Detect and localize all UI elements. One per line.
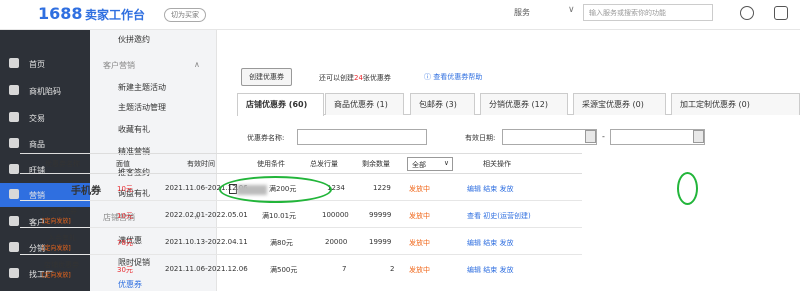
start-date-input[interactable]	[502, 129, 597, 145]
date-separator: -	[602, 132, 605, 141]
tab-custom-coupon[interactable]: 加工定制优惠券 (0)	[671, 93, 800, 115]
chevron-up-icon[interactable]: ∧	[194, 60, 200, 69]
tab-distribution-coupon[interactable]: 分销优惠券 (12)	[480, 93, 568, 115]
coupon-actions[interactable]: 编辑 结束 发放	[467, 238, 513, 248]
coupon-name-input[interactable]	[297, 129, 427, 145]
shop-icon	[9, 164, 19, 174]
coupon-tag: [定向发放]	[42, 272, 71, 279]
table-row: 厂长在线券 [定向发放] 10元 2022.02.01-2022.05.01 满…	[20, 202, 582, 228]
coupon-status: 发放中	[409, 266, 430, 274]
end-date-input[interactable]	[610, 129, 705, 145]
col-total: 总发行量	[310, 160, 338, 168]
coupon-period: 2021.10.13-2022.04.11	[165, 238, 248, 246]
coupon-status: 发放中	[409, 212, 430, 220]
coupon-value: 78元	[117, 239, 133, 247]
highlight-circle-name	[219, 176, 332, 203]
coupon-tag: [定向发放]	[42, 245, 71, 252]
coupon-name: 店铺优惠券	[44, 261, 79, 269]
user-icon	[9, 216, 19, 226]
coupon-tag: [定向发放]	[42, 218, 71, 225]
goods-icon	[9, 138, 19, 148]
coupon-actions[interactable]: 编辑 结束 发放	[467, 184, 513, 194]
chevron-down-icon[interactable]: ∨	[568, 5, 575, 15]
coupon-total: 7	[342, 265, 347, 273]
coupon-name: 入会有礼	[48, 234, 76, 242]
top-bar: 1688 卖家工作台 切为买家 服务 ∨ 输入服务或搜索你的功能	[0, 0, 800, 30]
coupon-value: 30元	[117, 266, 133, 274]
chevron-down-icon: ∨	[443, 159, 449, 167]
coupon-value: 10元	[117, 212, 133, 220]
col-period: 有效时间	[187, 160, 215, 168]
logo-text: 卖家工作台	[85, 8, 146, 22]
coupon-condition: 满500元	[270, 266, 298, 274]
highlight-circle-end	[677, 172, 698, 205]
coupon-tabs: 店铺优惠券 (60) 商品优惠券 (1) 包邮券 (3) 分销优惠券 (12) …	[237, 93, 800, 116]
coupon-period: 2021.11.06-2021.12.06	[165, 265, 248, 273]
sidebar-item-label: 首页	[29, 60, 45, 69]
sidebar-item-label: 商机陷码	[29, 87, 61, 96]
service-dropdown-label[interactable]: 服务	[514, 7, 530, 18]
trade-icon	[9, 112, 19, 122]
coupon-remaining: 2	[390, 265, 395, 273]
col-value: 面值	[116, 160, 130, 168]
submenu-item[interactable]: 伙拼邀约	[118, 34, 150, 45]
sidebar-item-label: 交易	[29, 114, 45, 123]
coupon-remaining: 19999	[369, 238, 392, 246]
share-icon	[9, 242, 19, 252]
coupon-total: 100000	[322, 211, 349, 219]
date-label: 有效日期:	[465, 134, 496, 142]
logo-number: 1688	[38, 4, 83, 23]
table-header: 优惠券名称 面值 有效时间 使用条件 总发行量 剩余数量 全部 ∨ 相关操作	[20, 153, 582, 174]
tag-icon	[9, 189, 19, 199]
coupon-actions[interactable]: 编辑 结束 发放	[467, 265, 513, 275]
coupon-status: 发放中	[409, 239, 430, 247]
sidebar-item-home[interactable]: 首页	[0, 52, 90, 76]
home-icon	[9, 58, 19, 68]
sidebar-item-trade[interactable]: 交易	[0, 106, 90, 130]
tab-free-shipping-coupon[interactable]: 包邮券 (3)	[410, 93, 475, 115]
tab-shop-coupon[interactable]: 店铺优惠券 (60)	[237, 93, 324, 116]
sidebar-item-label: 商品	[29, 140, 45, 149]
table-row: 入会有礼 [定向发放] 78元 2021.10.13-2022.04.11 满8…	[20, 229, 582, 255]
coupon-remaining: 1229	[373, 184, 391, 192]
col-remaining: 剩余数量	[362, 160, 390, 168]
crown-icon	[9, 85, 19, 95]
coupon-name: 手机券	[71, 186, 101, 197]
status-select[interactable]: 全部 ∨	[407, 157, 453, 171]
coupon-total: 20000	[325, 238, 348, 246]
sidebar-item-opportunity[interactable]: 商机陷码	[0, 79, 90, 103]
submenu-group-title[interactable]: 客户营销	[103, 60, 135, 71]
table-row: 店铺优惠券 [定向发放] 30元 2021.11.06-2021.12.06 满…	[20, 256, 582, 282]
coupon-status: 发放中	[409, 185, 430, 193]
submenu-item[interactable]: 收藏有礼	[118, 124, 150, 135]
search-input[interactable]: 输入服务或搜索你的功能	[583, 4, 713, 21]
coupon-name: 厂长在线券	[42, 207, 77, 215]
location-icon[interactable]	[740, 6, 754, 20]
coupon-period: 2022.02.01-2022.05.01	[165, 211, 248, 219]
tab-goods-coupon[interactable]: 商品优惠券 (1)	[325, 93, 404, 115]
col-condition: 使用条件	[257, 160, 285, 168]
create-quota-text: 还可以创建24张优惠券	[319, 74, 391, 82]
coupon-remaining: 99999	[369, 211, 392, 219]
col-actions: 相关操作	[483, 160, 511, 168]
submenu-item[interactable]: 新建主题活动	[118, 82, 166, 93]
coupon-value: 10元	[117, 185, 133, 193]
submenu-item[interactable]: 主题活动管理	[118, 102, 166, 113]
coupon-actions[interactable]: 查看 初史(运营创建)	[467, 211, 531, 221]
factory-icon	[9, 268, 19, 278]
calendar-icon[interactable]	[693, 130, 704, 143]
switch-to-buyer-button[interactable]: 切为买家	[164, 8, 206, 22]
coupon-name-label: 优惠券名称:	[247, 134, 285, 142]
gear-icon[interactable]	[774, 6, 788, 20]
coupon-condition: 满80元	[270, 239, 293, 247]
create-coupon-button[interactable]: 创建优惠券	[241, 68, 292, 86]
col-name: 优惠券名称	[45, 160, 80, 168]
calendar-icon[interactable]	[585, 130, 596, 143]
help-icon: ⓘ	[424, 73, 431, 81]
coupon-help-link[interactable]: ⓘ 查看优惠券帮助	[424, 72, 482, 82]
tab-caiyuanbao-coupon[interactable]: 采源宝优惠券 (0)	[573, 93, 666, 115]
coupon-condition: 满10.01元	[262, 212, 297, 220]
